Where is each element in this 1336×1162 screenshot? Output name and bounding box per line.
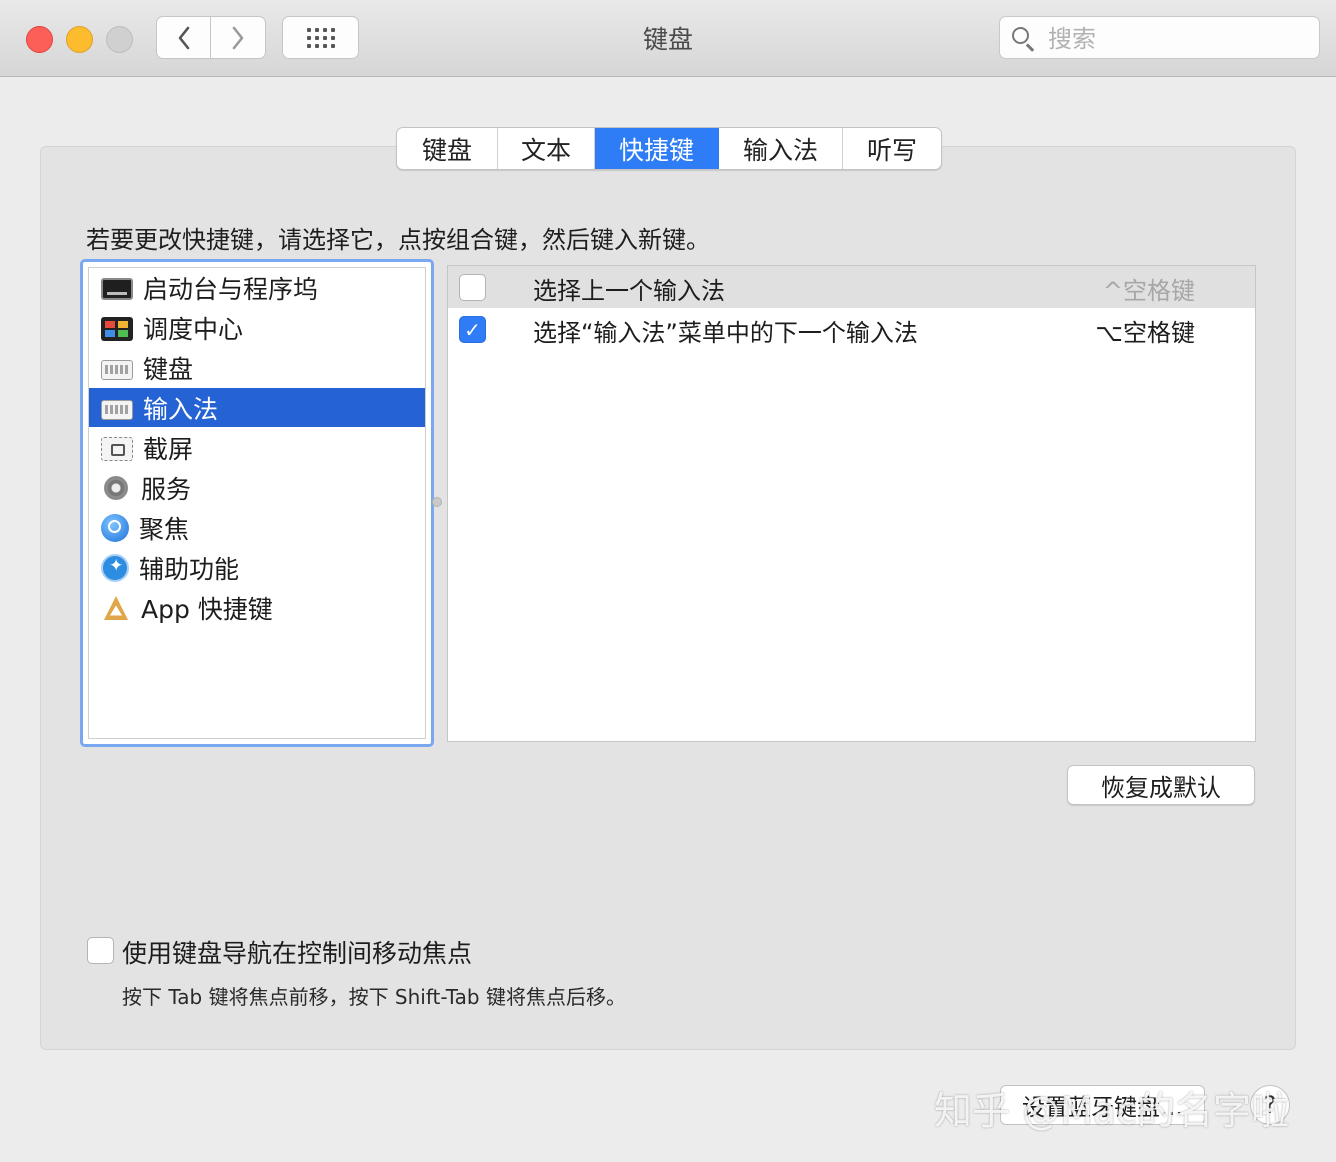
- shortcut-checkbox[interactable]: [459, 274, 486, 301]
- category-app-shortcuts[interactable]: App 快捷键: [89, 588, 425, 627]
- keyboard-navigation-checkbox[interactable]: [87, 937, 114, 964]
- title-bar: 键盘: [0, 0, 1336, 77]
- tab-shortcuts[interactable]: 快捷键: [595, 128, 719, 169]
- category-label: 键盘: [143, 354, 194, 384]
- keyboard-icon: [101, 359, 133, 380]
- restore-defaults-button[interactable]: 恢复成默认: [1067, 765, 1255, 805]
- accessibility-icon: [101, 553, 129, 582]
- tab-dictation[interactable]: 听写: [843, 128, 941, 169]
- keyboard-icon: [101, 399, 133, 420]
- mission-control-icon: [101, 316, 133, 341]
- table-row[interactable]: 选择上一个输入法 ^空格键: [448, 266, 1255, 308]
- keyboard-navigation-label[interactable]: 使用键盘导航在控制间移动焦点: [122, 934, 472, 970]
- tab-bar: 键盘 文本 快捷键 输入法 听写: [396, 127, 942, 170]
- category-input-sources[interactable]: 输入法: [89, 388, 425, 427]
- spotlight-icon: [101, 513, 129, 542]
- category-label: App 快捷键: [141, 594, 273, 624]
- gear-icon: [101, 473, 131, 503]
- split-view-handle[interactable]: [432, 497, 442, 507]
- shortcut-checkbox[interactable]: ✓: [459, 316, 486, 343]
- launchpad-icon: [101, 278, 133, 300]
- category-services[interactable]: 服务: [89, 468, 425, 507]
- tab-text[interactable]: 文本: [498, 128, 595, 169]
- category-label: 服务: [141, 474, 192, 504]
- category-mission-control[interactable]: 调度中心: [89, 308, 425, 347]
- category-label: 输入法: [143, 394, 219, 424]
- category-spotlight[interactable]: 聚焦: [89, 508, 425, 547]
- checkmark-icon: ✓: [464, 317, 481, 342]
- shortcut-label: 选择“输入法”菜单中的下一个输入法: [533, 319, 918, 347]
- table-row[interactable]: ✓ 选择“输入法”菜单中的下一个输入法 ⌥空格键: [448, 308, 1255, 350]
- shortcut-key[interactable]: ^空格键: [1103, 271, 1195, 306]
- shortcut-category-list[interactable]: 启动台与程序坞 调度中心 键盘 输入法 截屏 服务 聚焦 辅助功能: [80, 259, 434, 747]
- category-label: 聚焦: [139, 514, 190, 544]
- category-keyboard[interactable]: 键盘: [89, 348, 425, 387]
- category-launchpad-dock[interactable]: 启动台与程序坞: [89, 268, 425, 307]
- search-icon: [1012, 27, 1029, 44]
- category-label: 截屏: [143, 434, 194, 464]
- setup-bluetooth-keyboard-button[interactable]: 设置蓝牙键盘…: [1000, 1085, 1205, 1125]
- shortcut-table: 选择上一个输入法 ^空格键 ✓ 选择“输入法”菜单中的下一个输入法 ⌥空格键: [447, 265, 1256, 742]
- help-button[interactable]: ?: [1250, 1085, 1290, 1125]
- keyboard-navigation-hint: 按下 Tab 键将焦点前移，按下 Shift-Tab 键将焦点后移。: [122, 985, 626, 1009]
- category-accessibility[interactable]: 辅助功能: [89, 548, 425, 587]
- tab-keyboard[interactable]: 键盘: [397, 128, 498, 169]
- category-label: 启动台与程序坞: [143, 274, 319, 304]
- shortcut-label: 选择上一个输入法: [533, 277, 725, 305]
- category-label: 辅助功能: [139, 554, 240, 584]
- category-label: 调度中心: [143, 314, 244, 344]
- shortcut-key[interactable]: ⌥空格键: [1095, 313, 1195, 348]
- tab-input-sources[interactable]: 输入法: [719, 128, 843, 169]
- category-screenshots[interactable]: 截屏: [89, 428, 425, 467]
- search-input[interactable]: [1046, 21, 1310, 56]
- search-field[interactable]: [999, 16, 1320, 59]
- app-shortcuts-icon: [101, 594, 131, 622]
- screenshot-icon: [101, 436, 133, 461]
- instruction-text: 若要更改快捷键，请选择它，点按组合键，然后键入新键。: [86, 226, 710, 254]
